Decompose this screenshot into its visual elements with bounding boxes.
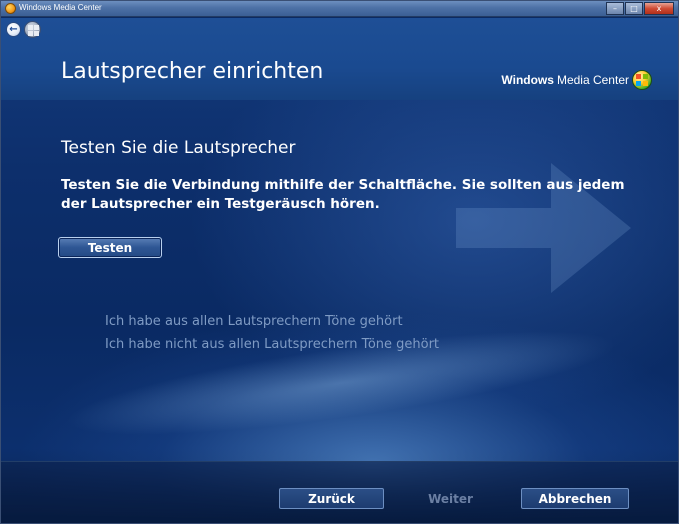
back-button[interactable]: Zurück bbox=[279, 488, 384, 509]
window-title: Windows Media Center bbox=[19, 3, 102, 12]
client-area: ← Lautsprecher einrichten Windows Media … bbox=[1, 18, 678, 523]
option-all-speakers-heard[interactable]: Ich habe aus allen Lautsprechern Töne ge… bbox=[105, 314, 403, 329]
minimize-button[interactable]: – bbox=[606, 2, 624, 15]
brand-media-center: Media Center bbox=[556, 73, 629, 87]
next-button: Weiter bbox=[428, 491, 473, 506]
media-center-window: Windows Media Center – □ x ← Lautspreche… bbox=[0, 0, 679, 524]
maximize-button[interactable]: □ bbox=[625, 2, 643, 15]
option-not-all-speakers-heard[interactable]: Ich habe nicht aus allen Lautsprechern T… bbox=[105, 337, 439, 352]
section-title: Testen Sie die Lautsprecher bbox=[61, 138, 296, 158]
title-bar[interactable]: Windows Media Center – □ x bbox=[1, 1, 678, 17]
close-button[interactable]: x bbox=[644, 2, 674, 15]
back-arrow-icon[interactable]: ← bbox=[6, 22, 21, 37]
test-button[interactable]: Testen bbox=[58, 237, 162, 258]
caption-buttons: – □ x bbox=[606, 2, 674, 15]
brand-logo: Windows Media Center bbox=[501, 70, 652, 90]
instructions-text: Testen Sie die Verbindung mithilfe der S… bbox=[61, 177, 625, 212]
windows-logo-icon bbox=[632, 70, 652, 90]
windows-start-icon[interactable] bbox=[24, 21, 41, 38]
media-center-icon bbox=[5, 3, 16, 14]
background-light-streak bbox=[58, 309, 624, 457]
brand-windows: Windows bbox=[501, 73, 554, 87]
page-title: Lautsprecher einrichten bbox=[61, 59, 324, 84]
cancel-button[interactable]: Abbrechen bbox=[521, 488, 629, 509]
